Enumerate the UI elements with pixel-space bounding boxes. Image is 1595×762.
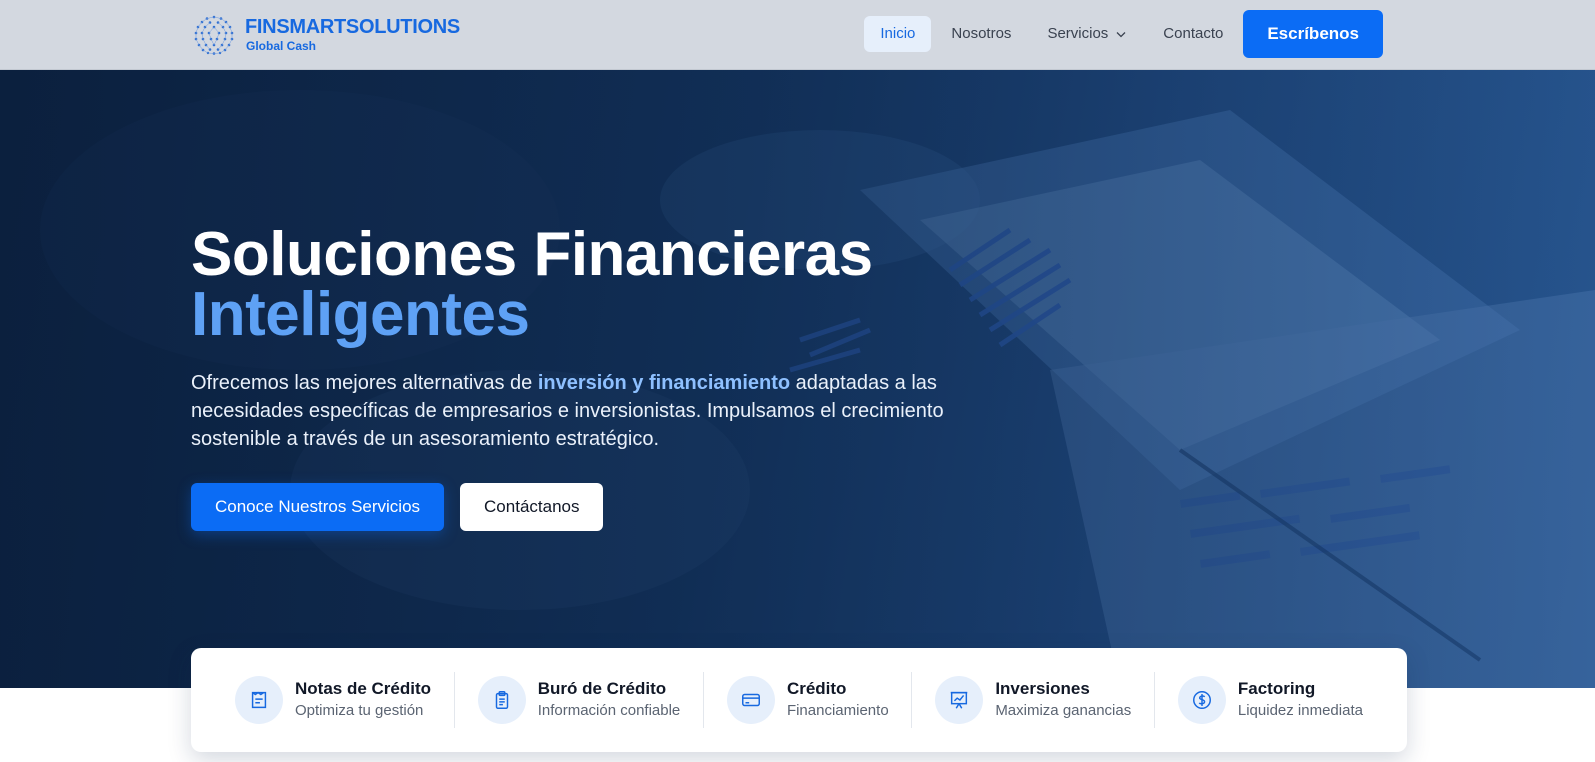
- service-title: Buró de Crédito: [537, 679, 667, 698]
- receipt-icon: [235, 676, 283, 724]
- chevron-down-icon: [1116, 32, 1126, 38]
- hero-description: Ofrecemos las mejores alternativas de in…: [191, 369, 951, 453]
- dollar-circle-icon: [1177, 676, 1226, 724]
- hero-desc-highlight: inversión y financiamiento: [537, 372, 791, 394]
- main-nav: Inicio Nosotros Servicios Contacto Escrí…: [860, 10, 1383, 58]
- hero-title-main: Soluciones Financieras: [191, 220, 873, 289]
- hero-desc-before: Ofrecemos las mejores alternativas de: [191, 372, 538, 394]
- service-subtitle: Financiamiento: [786, 702, 889, 719]
- top-navbar: FINSMARTSOLUTIONS Global Cash Inicio Nos…: [0, 0, 1595, 70]
- service-subtitle: Optimiza tu gestión: [295, 702, 424, 719]
- hero-title: Soluciones Financieras Inteligentes: [191, 224, 951, 349]
- service-title: Crédito: [786, 679, 847, 698]
- service-title: Inversiones: [995, 679, 1090, 698]
- service-item-buro-credito[interactable]: Buró de Crédito Información confiable: [477, 676, 681, 724]
- write-us-button[interactable]: Escríbenos: [1243, 10, 1383, 58]
- service-subtitle: Maximiza ganancias: [995, 702, 1132, 719]
- nav-link-inicio[interactable]: Inicio: [864, 16, 932, 52]
- hero-section: Soluciones Financieras Inteligentes Ofre…: [0, 70, 1595, 688]
- service-item-credito[interactable]: Crédito Financiamiento: [726, 676, 889, 724]
- service-item-notas-credito[interactable]: Notas de Crédito Optimiza tu gestión: [235, 676, 431, 724]
- service-subtitle: Liquidez inmediata: [1237, 702, 1363, 719]
- services-strip: Notas de Crédito Optimiza tu gestión Bur…: [191, 648, 1407, 752]
- brand[interactable]: FINSMARTSOLUTIONS Global Cash: [193, 14, 460, 56]
- divider: [1154, 672, 1156, 728]
- brand-tagline: Global Cash: [246, 39, 317, 53]
- nav-link-contacto[interactable]: Contacto: [1147, 16, 1239, 52]
- service-item-factoring[interactable]: Factoring Liquidez inmediata: [1177, 676, 1363, 724]
- divider: [911, 672, 913, 728]
- hero-content: Soluciones Financieras Inteligentes Ofre…: [191, 224, 951, 531]
- divider: [703, 672, 705, 728]
- nav-link-servicios[interactable]: Servicios: [1031, 16, 1143, 52]
- credit-card-icon: [726, 676, 775, 724]
- service-item-inversiones[interactable]: Inversiones Maximiza ganancias: [935, 676, 1131, 724]
- globe-dots-logo: [194, 15, 234, 55]
- contact-button[interactable]: Contáctanos: [460, 483, 604, 531]
- nav-link-servicios-label: Servicios: [1047, 25, 1109, 42]
- clipboard-icon: [477, 676, 526, 724]
- services-button[interactable]: Conoce Nuestros Servicios: [191, 483, 445, 531]
- hero-title-accent: Inteligentes: [191, 280, 530, 349]
- nav-link-nosotros[interactable]: Nosotros: [935, 16, 1027, 52]
- service-title: Notas de Crédito: [295, 679, 432, 698]
- presentation-chart-icon: [935, 676, 984, 724]
- service-title: Factoring: [1237, 679, 1316, 698]
- hero-buttons: Conoce Nuestros Servicios Contáctanos: [191, 483, 951, 531]
- divider: [453, 672, 455, 728]
- service-subtitle: Información confiable: [537, 702, 681, 719]
- brand-name: FINSMARTSOLUTIONS: [245, 16, 460, 38]
